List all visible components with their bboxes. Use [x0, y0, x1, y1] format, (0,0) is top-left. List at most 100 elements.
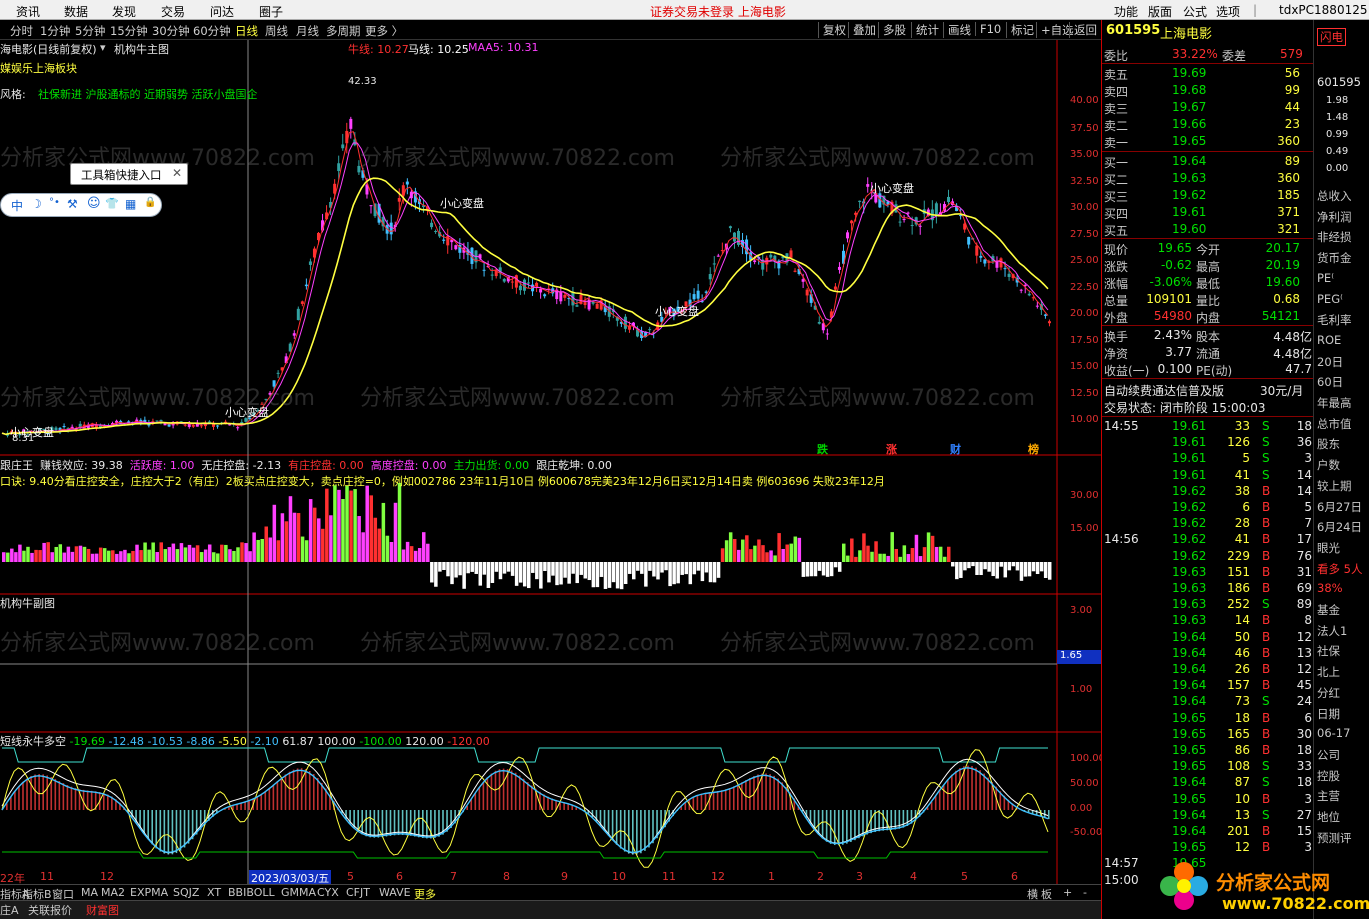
tick-row[interactable]: 19.65 86 B 18 [1102, 742, 1314, 758]
side-item[interactable]: 地位 [1317, 809, 1340, 825]
badge-finance[interactable]: 财 [950, 441, 961, 457]
period-tab-selected[interactable]: 日线 [235, 23, 258, 39]
tick-row[interactable]: 14:55 19.61 33 S 18 [1102, 418, 1314, 434]
tick-row[interactable]: 19.65 12 B 3 [1102, 839, 1314, 855]
bid-row[interactable]: 买五 19.60 321 [1102, 221, 1314, 238]
tick-row[interactable]: 19.64 26 B 12 [1102, 661, 1314, 677]
period-tab[interactable]: 15分钟 [110, 23, 148, 39]
dots-icon[interactable]: °• [49, 197, 60, 208]
side-item[interactable]: 06-17 [1317, 726, 1350, 740]
tick-row[interactable]: 19.63 14 B 8 [1102, 612, 1314, 628]
period-tab[interactable]: 月线 [296, 23, 319, 39]
tab-related-quote[interactable]: 关联报价 [28, 902, 72, 918]
side-item[interactable]: 货币金 [1317, 250, 1352, 266]
side-item[interactable]: 户数 [1317, 457, 1340, 473]
menu-item-news[interactable]: 资讯 [16, 3, 40, 20]
tick-row[interactable]: 14:56 19.62 41 B 17 [1102, 531, 1314, 547]
tick-row[interactable]: 19.63 186 B 69 [1102, 580, 1314, 596]
bid-row[interactable]: 买一 19.64 89 [1102, 153, 1314, 170]
tab-cfjt[interactable]: CFJT [346, 886, 370, 899]
restore-rights-button[interactable]: 复权 [818, 22, 846, 38]
period-tab-more[interactable]: 更多 〉 [365, 23, 403, 39]
wrench-icon[interactable]: ⚒ [67, 197, 78, 211]
side-item[interactable]: 非经损 [1317, 229, 1352, 245]
side-item[interactable]: 净利润 [1317, 209, 1352, 225]
side-item[interactable]: 20日 [1317, 354, 1343, 370]
badge-rise[interactable]: 涨 [886, 441, 897, 457]
tick-row[interactable]: 19.64 87 S 18 [1102, 774, 1314, 790]
menu-item-layout[interactable]: 版面 [1148, 3, 1172, 20]
menu-item-trade[interactable]: 交易 [161, 3, 185, 20]
f10-button[interactable]: F10 [975, 22, 1001, 36]
tick-row[interactable]: 19.63 151 B 31 [1102, 564, 1314, 580]
side-item[interactable]: 股东 [1317, 436, 1340, 452]
tick-row[interactable]: 19.62 28 B 7 [1102, 515, 1314, 531]
tab-zhuang-a[interactable]: 庄A [0, 902, 19, 918]
tab-xt[interactable]: XT [207, 886, 221, 899]
tick-row[interactable]: 19.61 5 S 3 [1102, 450, 1314, 466]
side-item[interactable]: 北上 [1317, 664, 1340, 680]
tab-cyx[interactable]: CYX [317, 886, 339, 899]
quick-tool-row[interactable]: 中 ☽ °• ⚒ ☺ 👕 ▦ 🔒 [0, 193, 162, 217]
badge-rank[interactable]: 榜 [1028, 441, 1039, 457]
main-indicator-name[interactable]: 机构牛主图 [114, 41, 169, 57]
side-item[interactable]: 38% [1317, 581, 1343, 595]
chevron-down-icon[interactable]: ▾ [100, 41, 106, 54]
tick-row[interactable]: 19.62 38 B 14 [1102, 483, 1314, 499]
back-button[interactable]: 返回 [1069, 22, 1097, 38]
tick-row[interactable]: 19.63 252 S 89 [1102, 596, 1314, 612]
grid-icon[interactable]: ▦ [125, 197, 136, 211]
tick-row[interactable]: 19.62 6 B 5 [1102, 499, 1314, 515]
side-item[interactable]: 年最高 [1317, 395, 1352, 411]
add-watchlist-button[interactable]: +自选 [1036, 22, 1074, 38]
side-item[interactable]: 较上期 [1317, 478, 1352, 494]
tab-expma[interactable]: EXPMA [130, 886, 168, 899]
side-item[interactable]: 看多 5人 [1317, 561, 1362, 577]
tab-bbiboll[interactable]: BBIBOLL [228, 886, 275, 899]
menu-item-function[interactable]: 功能 [1114, 3, 1138, 20]
ask-row[interactable]: 卖五 19.69 56 [1102, 65, 1314, 82]
tick-row[interactable]: 19.65 108 S 33 [1102, 758, 1314, 774]
side-item[interactable]: 预测评 [1317, 830, 1352, 846]
period-tab[interactable]: 60分钟 [193, 23, 231, 39]
side-item[interactable]: 总收入 [1317, 188, 1352, 204]
tick-row[interactable]: 19.65 165 B 30 [1102, 726, 1314, 742]
side-item[interactable]: 6月24日 [1317, 519, 1362, 535]
period-tab[interactable]: 多周期 [326, 23, 361, 39]
lightning-button[interactable]: 闪电 [1317, 28, 1346, 46]
period-tab[interactable]: 30分钟 [152, 23, 190, 39]
tick-row[interactable]: 19.64 50 B 12 [1102, 629, 1314, 645]
zoom-in-button[interactable]: + [1063, 886, 1072, 899]
menu-item-ask[interactable]: 问达 [210, 3, 234, 20]
bid-row[interactable]: 买二 19.63 360 [1102, 170, 1314, 187]
tick-row[interactable]: 19.64 157 B 45 [1102, 677, 1314, 693]
side-item[interactable]: PEG⁽ [1317, 292, 1343, 306]
tab-gmma[interactable]: GMMA [281, 886, 316, 899]
bid-row[interactable]: 买三 19.62 185 [1102, 187, 1314, 204]
zoom-out-button[interactable]: - [1083, 886, 1087, 899]
smile-icon[interactable]: ☺ [87, 196, 101, 211]
moon-icon[interactable]: ☽ [31, 197, 42, 211]
tick-row[interactable]: 19.62 229 B 76 [1102, 548, 1314, 564]
promo-price[interactable]: 30元/月 [1260, 382, 1303, 399]
mark-button[interactable]: 标记 [1006, 22, 1034, 38]
tab-sqjz[interactable]: SQJZ [173, 886, 199, 899]
kline-chart-area[interactable]: 海电影(日线前复权) ▾ 机构牛主图 牛线: 10.27 马线: 10.25 M… [0, 40, 1105, 886]
menu-item-options[interactable]: 选项 [1216, 3, 1240, 20]
login-status[interactable]: 证券交易未登录 上海电影 [650, 3, 786, 20]
promo-text[interactable]: 自动续费通达信普及版 [1104, 382, 1224, 399]
draw-line-button[interactable]: 画线 [943, 22, 971, 38]
side-item[interactable]: ROE [1317, 333, 1341, 347]
side-item[interactable]: 主营 [1317, 788, 1340, 804]
lock-icon[interactable]: 🔒 [144, 197, 156, 208]
side-item[interactable]: 公司 [1317, 747, 1340, 763]
tick-row[interactable]: 19.64 46 B 13 [1102, 645, 1314, 661]
tab-wave[interactable]: WAVE [379, 886, 411, 899]
statistics-button[interactable]: 统计 [911, 22, 939, 38]
close-icon[interactable]: ✕ [172, 166, 182, 180]
tick-row[interactable]: 19.64 73 S 24 [1102, 693, 1314, 709]
side-item[interactable]: 法人1 [1317, 623, 1347, 639]
promo-row[interactable]: 自动续费通达信普及版 30元/月 [1102, 381, 1314, 398]
side-item[interactable]: 分红 [1317, 685, 1340, 701]
badge-fall[interactable]: 跌 [817, 441, 828, 457]
